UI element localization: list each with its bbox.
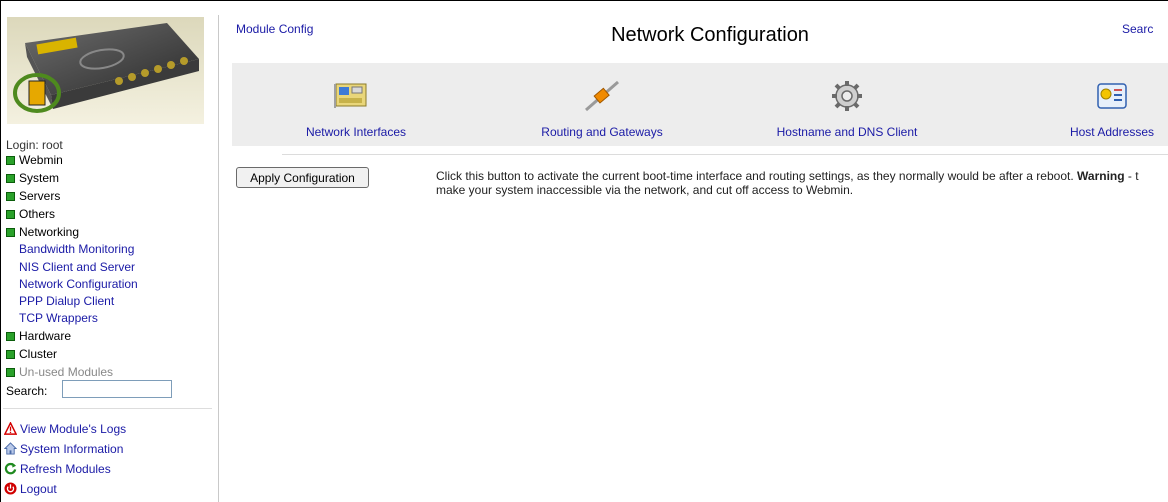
category-label: Servers xyxy=(19,189,61,203)
desc-text: Click this button to activate the curren… xyxy=(436,169,1078,183)
category-label: Others xyxy=(19,207,56,221)
category-cluster[interactable]: Cluster xyxy=(6,346,57,362)
desc-line-two: make your system inaccessible via the ne… xyxy=(436,183,854,197)
category-label: System xyxy=(19,171,60,185)
category-networking[interactable]: Networking xyxy=(6,224,79,240)
gear-icon xyxy=(832,81,862,111)
search-link[interactable]: Searc xyxy=(1122,22,1153,36)
cable-icon xyxy=(585,80,619,112)
sidebar-divider xyxy=(218,15,219,502)
sidebar-item-network-configuration[interactable]: Network Configuration xyxy=(19,276,138,293)
category-label: Un-used Modules xyxy=(19,365,114,379)
warning-icon xyxy=(4,422,17,435)
product-image xyxy=(7,17,204,124)
category-label: Webmin xyxy=(19,153,63,167)
module-label: Host Addresses xyxy=(1069,125,1155,139)
sidebar-item-nis-client-and-server[interactable]: NIS Client and Server xyxy=(19,259,135,276)
system-information-link[interactable]: System Information xyxy=(4,440,123,458)
category-webmin[interactable]: Webmin xyxy=(6,152,63,168)
category-unused-modules[interactable]: Un-used Modules xyxy=(6,364,113,380)
category-system[interactable]: System xyxy=(6,170,59,186)
address-card-icon xyxy=(1097,83,1127,109)
category-hardware[interactable]: Hardware xyxy=(6,328,71,344)
sidebar-item-tcp-wrappers[interactable]: TCP Wrappers xyxy=(19,310,98,327)
expand-box-icon xyxy=(6,210,15,219)
module-label: Routing and Gateways xyxy=(541,125,663,139)
login-label: Login: root xyxy=(6,138,63,152)
action-label: System Information xyxy=(20,442,124,456)
page-title: Network Configuration xyxy=(611,24,809,46)
category-servers[interactable]: Servers xyxy=(6,188,60,204)
sidebar-item-bandwidth-monitoring[interactable]: Bandwidth Monitoring xyxy=(19,241,134,258)
expand-box-icon xyxy=(6,174,15,183)
network-card-icon xyxy=(334,83,367,108)
apply-configuration-button[interactable]: Apply Configuration xyxy=(236,167,369,188)
collapse-box-icon xyxy=(6,228,15,237)
category-label: Networking xyxy=(19,225,80,239)
refresh-modules-link[interactable]: Refresh Modules xyxy=(4,460,111,478)
category-label: Cluster xyxy=(19,347,58,361)
refresh-icon xyxy=(4,462,17,475)
power-icon xyxy=(4,482,17,495)
module-label: Network Interfaces xyxy=(305,125,407,139)
panel-divider xyxy=(282,154,1168,155)
action-label: Refresh Modules xyxy=(20,462,111,476)
logout-link[interactable]: Logout xyxy=(4,480,57,498)
expand-box-icon xyxy=(6,156,15,165)
sidebar-separator xyxy=(3,408,212,409)
category-others[interactable]: Others xyxy=(6,206,55,222)
module-config-link[interactable]: Module Config xyxy=(236,22,313,36)
sidebar-search-input[interactable] xyxy=(62,380,172,398)
desc-warning: Warning xyxy=(1077,169,1125,183)
expand-box-icon xyxy=(6,350,15,359)
home-icon xyxy=(4,442,17,455)
module-label: Hostname and DNS Client xyxy=(776,125,918,139)
expand-box-icon xyxy=(6,192,15,201)
action-label: Logout xyxy=(20,482,57,496)
search-label: Search: xyxy=(6,384,48,398)
desc-text-cont: - t xyxy=(1124,169,1139,183)
category-label: Hardware xyxy=(19,329,72,343)
action-label: View Module's Logs xyxy=(20,422,127,436)
expand-box-icon xyxy=(6,332,15,341)
sidebar-item-ppp-dialup-client[interactable]: PPP Dialup Client xyxy=(19,293,114,310)
apply-description: Click this button to activate the curren… xyxy=(436,169,1168,197)
module-icon-panel: Network Interfaces Routing and Gateways … xyxy=(232,63,1168,146)
expand-box-icon xyxy=(6,368,15,377)
view-module-logs-link[interactable]: View Module's Logs xyxy=(4,420,126,438)
